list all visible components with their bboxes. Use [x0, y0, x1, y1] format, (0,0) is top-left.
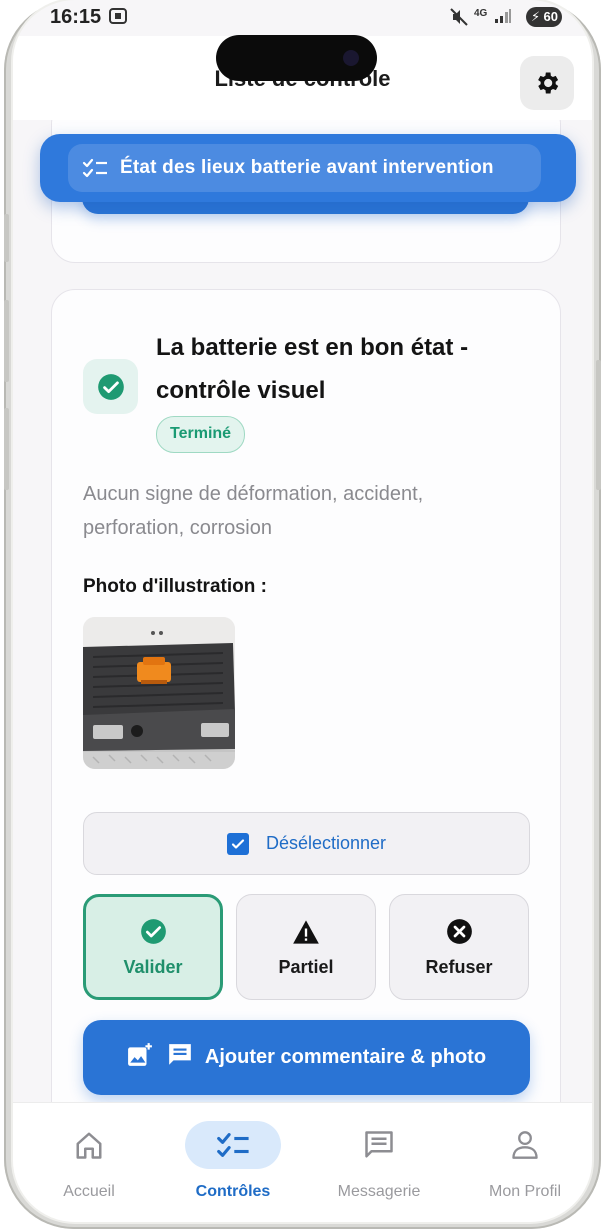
- gear-icon: [538, 72, 559, 94]
- validate-label: Valider: [123, 956, 183, 977]
- section-selector[interactable]: État des lieux batterie avant interventi…: [68, 144, 541, 192]
- battery-photo-image: [83, 617, 235, 769]
- item-status-indicator: [83, 359, 138, 414]
- nav-item-accueil[interactable]: Accueil: [29, 1121, 149, 1201]
- add-comment-photo-button[interactable]: Ajouter commentaire & photo: [83, 1020, 530, 1095]
- charging-icon: ⚡: [531, 9, 541, 24]
- network-label: 4G: [474, 8, 488, 19]
- validate-button[interactable]: Valider: [83, 894, 223, 1000]
- nav-item-profil[interactable]: Mon Profil: [465, 1121, 585, 1201]
- bottom-nav: Accueil Contrôles Messagerie Mon Profil: [13, 1102, 592, 1222]
- message-icon: [365, 1131, 393, 1158]
- person-icon: [512, 1131, 538, 1159]
- home-icon: [76, 1132, 102, 1159]
- refuse-label: Refuser: [425, 956, 493, 977]
- comment-icon: [167, 1042, 193, 1073]
- status-time: 16:15: [50, 6, 102, 28]
- checkbox-checked-icon: [226, 832, 249, 855]
- battery-level: 60: [543, 9, 558, 24]
- phone-frame: 16:15 4G ⚡ 60 Liste de contrôle: [4, 0, 601, 1229]
- check-circle-icon: [97, 373, 124, 400]
- side-button: [4, 408, 9, 490]
- checklist-content[interactable]: État des lieux batterie avant interventi…: [13, 120, 592, 1102]
- item-title: La batterie est en bon état - contrôle v…: [156, 334, 469, 404]
- screen: 16:15 4G ⚡ 60 Liste de contrôle: [13, 0, 592, 1222]
- section-title: État des lieux batterie avant interventi…: [120, 157, 494, 178]
- volume-down-button: [4, 300, 9, 382]
- deselect-label: Désélectionner: [265, 833, 387, 853]
- checklist-item-card: La batterie est en bon état - contrôle v…: [51, 289, 561, 1102]
- check-circle-icon: [140, 917, 167, 947]
- nav-label-messagerie: Messagerie: [337, 1183, 421, 1200]
- power-button: [596, 360, 601, 490]
- section-banner: État des lieux batterie avant interventi…: [40, 134, 576, 202]
- deselect-button[interactable]: Désélectionner: [83, 812, 530, 875]
- nav-label-profil: Mon Profil: [488, 1183, 562, 1200]
- checklist-icon: [217, 1133, 249, 1157]
- nav-label-controles: Contrôles: [195, 1183, 271, 1200]
- status-bar: 16:15 4G ⚡ 60: [13, 0, 592, 36]
- settings-button[interactable]: [520, 56, 574, 110]
- mute-icon: [450, 8, 468, 30]
- cancel-circle-icon: [446, 917, 473, 947]
- partial-button[interactable]: Partiel: [236, 894, 376, 1000]
- nav-item-controles[interactable]: Contrôles: [173, 1121, 293, 1201]
- nav-label-accueil: Accueil: [63, 1183, 115, 1200]
- illustration-photo[interactable]: [83, 617, 235, 769]
- add-comment-label: Ajouter commentaire & photo: [204, 1046, 487, 1068]
- warning-icon: [292, 917, 320, 947]
- item-description: Aucun signe de déformation, accident, pe…: [83, 483, 424, 539]
- add-photo-icon: [127, 1042, 153, 1073]
- signal-icon: [494, 8, 512, 28]
- photo-label: Photo d'illustration :: [83, 576, 267, 597]
- screenshot-icon: [109, 8, 127, 28]
- nav-item-messagerie[interactable]: Messagerie: [319, 1121, 439, 1201]
- checklist-icon: [82, 158, 108, 178]
- refuse-button[interactable]: Refuser: [389, 894, 529, 1000]
- partial-label: Partiel: [278, 956, 334, 977]
- battery-indicator: ⚡ 60: [526, 7, 562, 27]
- dynamic-island: [216, 35, 377, 81]
- status-badge: Terminé: [156, 416, 246, 453]
- volume-up-button: [4, 214, 9, 262]
